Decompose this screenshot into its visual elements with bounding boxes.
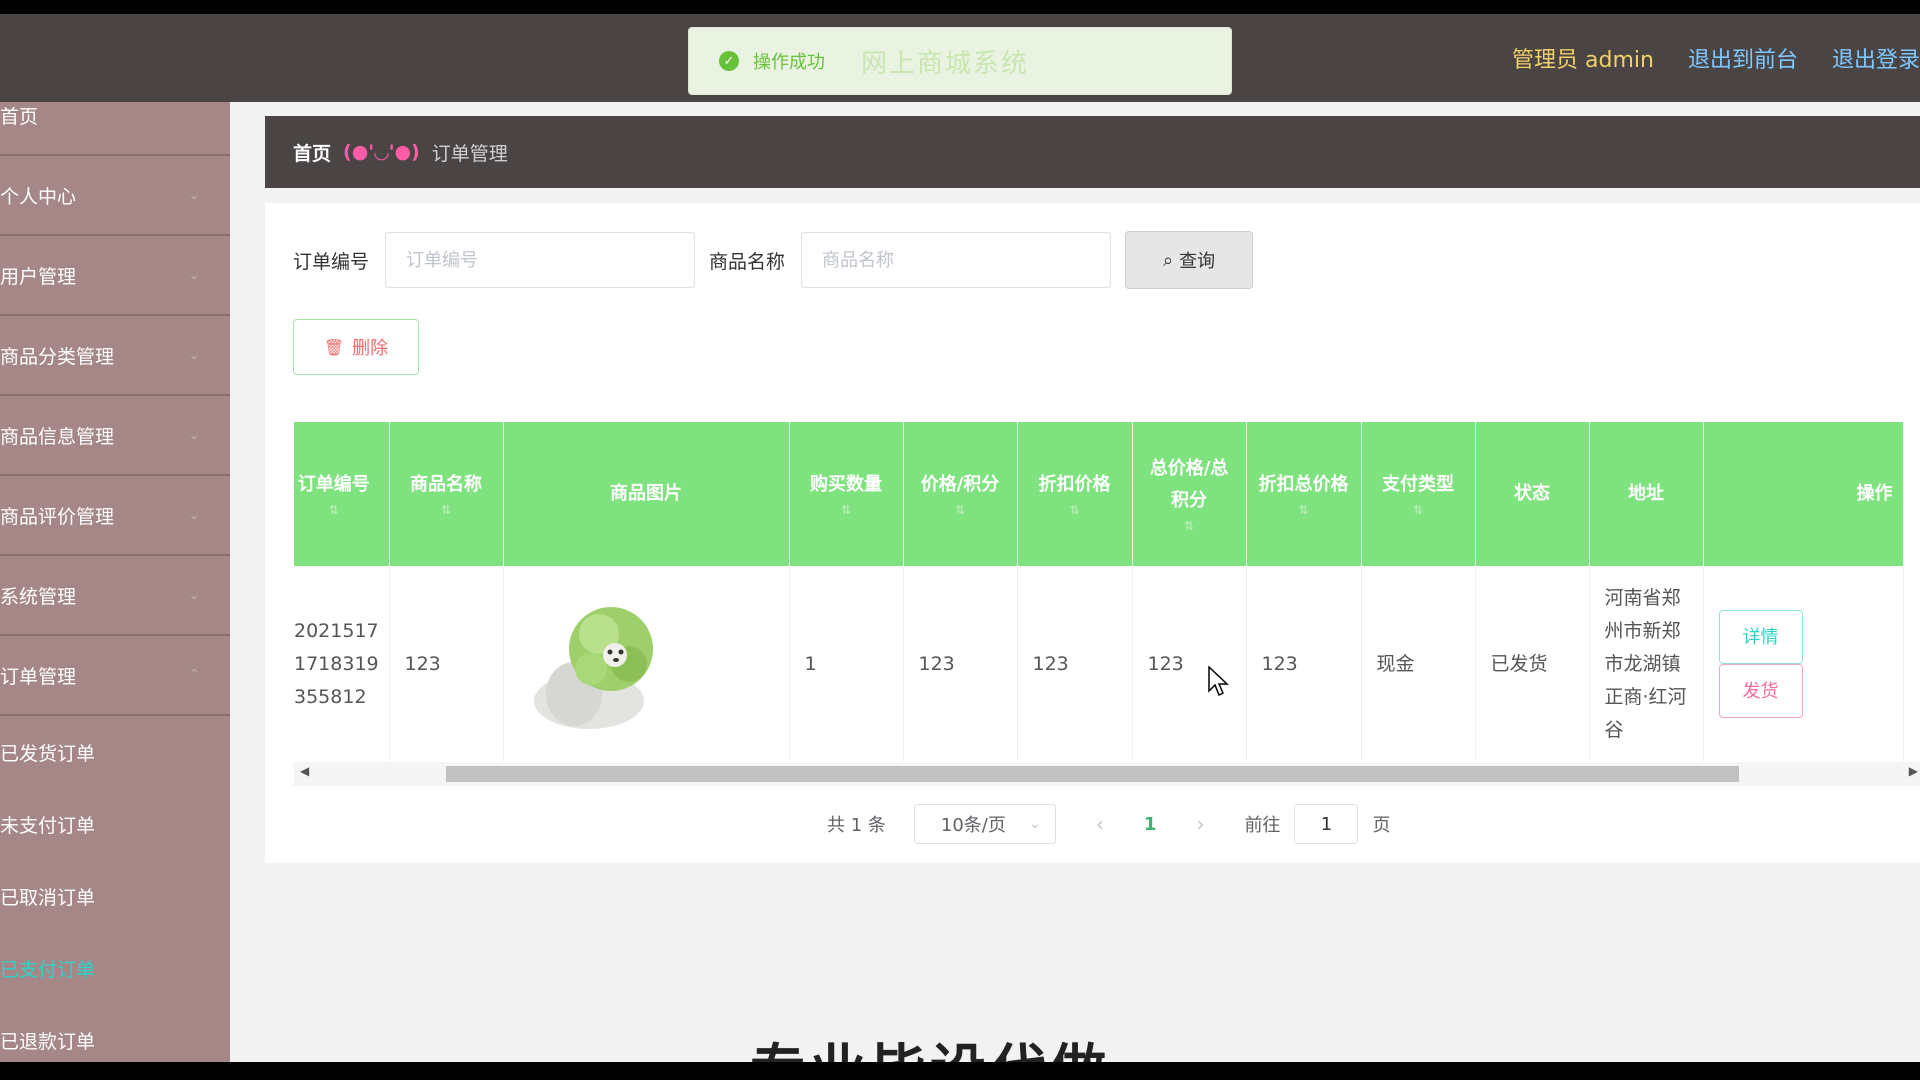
sidebar-item-categories[interactable]: 商品分类管理 ⌄ bbox=[0, 316, 230, 396]
sidebar-sub-refunded[interactable]: 已退款订单 bbox=[0, 1004, 230, 1062]
sidebar-item-profile[interactable]: 个人中心 ⌄ bbox=[0, 156, 230, 236]
chevron-down-icon: ⌄ bbox=[188, 187, 200, 203]
cell-price: 123 bbox=[903, 566, 1018, 763]
chevron-down-icon: ⌄ bbox=[188, 587, 200, 603]
orders-table: 订单编号 ⇅ 商品名称 ⇅ 商品图片 购买数量 ⇅ 价格/积分 ⇅ 折扣价格 ⇅ 总价格/… bbox=[294, 422, 1920, 782]
pagination: 共 1 条 10条/页 ⌄ ‹ 1 › 前往 1 页 bbox=[827, 804, 1390, 844]
sidebar: 首页 个人中心 ⌄ 用户管理 ⌄ 商品分类管理 ⌄ 商品信息管理 ⌄ 商品评价管理 ⌄ 系… bbox=[0, 102, 230, 1062]
sort-icon: ⇅ bbox=[1412, 503, 1424, 517]
col-header-pay-type[interactable]: 支付类型 ⇅ bbox=[1361, 422, 1476, 566]
cell-image bbox=[503, 566, 790, 763]
sort-icon: ⇅ bbox=[440, 503, 452, 517]
breadcrumb-current: 订单管理 bbox=[431, 142, 508, 165]
screen: 首页 个人中心 ⌄ 用户管理 ⌄ 商品分类管理 ⌄ 商品信息管理 ⌄ 商品评价管理 ⌄ 系… bbox=[0, 14, 1920, 1062]
page-size-select[interactable]: 10条/页 ⌄ bbox=[913, 804, 1056, 844]
main-panel: 订单编号 商品名称 ⌕ 查询 🗑 删除 订单编号⇅ bbox=[265, 203, 1920, 863]
chevron-down-icon: ⌄ bbox=[188, 267, 200, 283]
next-page-icon[interactable]: › bbox=[1196, 812, 1204, 836]
site-title: 网上商城系统 bbox=[861, 48, 1030, 79]
cell-total: 123 bbox=[1132, 566, 1247, 763]
col-header-total[interactable]: 总价格/总积分 ⇅ bbox=[1132, 422, 1247, 566]
page-number[interactable]: 1 bbox=[1144, 814, 1157, 835]
sidebar-item-orders[interactable]: 订单管理 ⌃ bbox=[0, 636, 230, 716]
prev-page-icon[interactable]: ‹ bbox=[1096, 812, 1104, 836]
cell-discount-price: 123 bbox=[1017, 566, 1133, 763]
sidebar-sub-shipped[interactable]: 已发货订单 bbox=[0, 716, 230, 788]
cell-pay-type: 现金 bbox=[1361, 566, 1476, 763]
cell-discount-total: 123 bbox=[1246, 566, 1362, 763]
cell-actions: 详情发货 bbox=[1703, 566, 1904, 763]
check-circle-icon: ✓ bbox=[719, 51, 739, 71]
product-name-label: 商品名称 bbox=[709, 250, 786, 273]
exit-to-front-link[interactable]: 退出到前台 bbox=[1688, 42, 1798, 74]
top-bar: ✓ 操作成功 网上商城系统 管理员 admin 退出到前台 退出登录 bbox=[0, 14, 1920, 102]
table-row[interactable]: 20215171718319355812 123 1 123 123 123 1… bbox=[294, 566, 1904, 763]
table-header-row: 订单编号 ⇅ 商品名称 ⇅ 商品图片 购买数量 ⇅ 价格/积分 ⇅ 折扣价格 ⇅ 总价格/… bbox=[294, 422, 1904, 566]
sort-icon: ⇅ bbox=[1298, 503, 1309, 517]
breadcrumb-separator: (●'◡'●) bbox=[343, 141, 420, 163]
horizontal-scrollbar[interactable]: ◀ ▶ bbox=[294, 762, 1920, 786]
cell-status: 已发货 bbox=[1475, 566, 1590, 763]
col-header-status[interactable]: 状态 bbox=[1475, 422, 1590, 566]
sidebar-item-reviews[interactable]: 商品评价管理 ⌄ bbox=[0, 476, 230, 556]
breadcrumb: 首页 (●'◡'●) 订单管理 bbox=[265, 116, 1920, 188]
ship-button[interactable]: 发货 bbox=[1718, 664, 1803, 718]
success-toast: ✓ 操作成功 网上商城系统 bbox=[688, 27, 1232, 95]
col-header-actions: 操作 bbox=[1703, 422, 1904, 566]
sidebar-item-products[interactable]: 商品信息管理 ⌄ bbox=[0, 396, 230, 476]
cell-address: 河南省郑州市新郑市龙湖镇正商·红河谷 bbox=[1589, 566, 1704, 763]
user-area: 管理员 admin 退出到前台 退出登录 bbox=[1512, 14, 1920, 102]
chevron-down-icon: ⌄ bbox=[1029, 816, 1041, 832]
sidebar-sub-paid[interactable]: 已支付订单 bbox=[0, 932, 230, 1004]
watermark-text: 专业毕设代做 bbox=[750, 1026, 1110, 1062]
col-header-discount-total[interactable]: 折扣总价格 ⇅ bbox=[1246, 422, 1362, 566]
sidebar-item-users[interactable]: 用户管理 ⌄ bbox=[0, 236, 230, 316]
cell-order-no: 20215171718319355812 bbox=[294, 566, 390, 763]
sidebar-sub-unpaid[interactable]: 未支付订单 bbox=[0, 788, 230, 860]
sort-icon: ⇅ bbox=[1069, 503, 1080, 517]
sidebar-item-home[interactable]: 首页 bbox=[0, 102, 230, 156]
mouse-cursor-icon bbox=[1208, 666, 1229, 697]
delete-button[interactable]: 🗑 删除 bbox=[293, 319, 419, 375]
col-header-image[interactable]: 商品图片 bbox=[503, 422, 790, 566]
goto-label: 前往 bbox=[1244, 815, 1281, 836]
scrollbar-thumb[interactable] bbox=[446, 766, 1739, 782]
chevron-down-icon: ⌄ bbox=[188, 347, 200, 363]
trash-icon: 🗑 bbox=[323, 337, 345, 357]
query-button[interactable]: ⌕ 查询 bbox=[1125, 231, 1254, 289]
sort-icon: ⇅ bbox=[328, 503, 339, 517]
product-name-input[interactable] bbox=[801, 232, 1112, 288]
col-header-price[interactable]: 价格/积分 ⇅ bbox=[903, 422, 1018, 566]
sidebar-sub-cancelled[interactable]: 已取消订单 bbox=[0, 860, 230, 932]
detail-button[interactable]: 详情 bbox=[1718, 610, 1803, 664]
col-header-quantity[interactable]: 购买数量 ⇅ bbox=[789, 422, 904, 566]
chevron-down-icon: ⌄ bbox=[188, 507, 200, 523]
col-header-order-no[interactable]: 订单编号 ⇅ bbox=[294, 422, 390, 566]
cell-quantity: 1 bbox=[789, 566, 904, 763]
goto-page-input[interactable]: 1 bbox=[1294, 804, 1359, 844]
col-header-discount-price[interactable]: 折扣价格 ⇅ bbox=[1017, 422, 1133, 566]
order-no-input[interactable] bbox=[385, 232, 696, 288]
sort-icon: ⇅ bbox=[954, 503, 966, 517]
chevron-down-icon: ⌄ bbox=[188, 427, 200, 443]
order-no-label: 订单编号 bbox=[293, 250, 370, 273]
breadcrumb-home[interactable]: 首页 bbox=[293, 139, 331, 166]
sidebar-item-system[interactable]: 系统管理 ⌄ bbox=[0, 556, 230, 636]
cell-product: 123 bbox=[389, 566, 504, 763]
sort-icon: ⇅ bbox=[1183, 519, 1195, 533]
toast-message: 操作成功 bbox=[753, 52, 825, 73]
scroll-right-icon[interactable]: ▶ bbox=[1909, 764, 1918, 778]
scroll-left-icon[interactable]: ◀ bbox=[300, 764, 309, 778]
total-count: 共 1 条 bbox=[827, 815, 886, 836]
chevron-up-icon: ⌃ bbox=[188, 667, 200, 683]
page-suffix: 页 bbox=[1372, 815, 1391, 836]
col-header-product[interactable]: 商品名称 ⇅ bbox=[389, 422, 504, 566]
admin-label: 管理员 admin bbox=[1512, 48, 1654, 73]
logout-link[interactable]: 退出登录 bbox=[1832, 42, 1920, 74]
col-header-address[interactable]: 地址 bbox=[1589, 422, 1704, 566]
search-icon: ⌕ bbox=[1162, 249, 1174, 271]
search-form: 订单编号 商品名称 ⌕ 查询 bbox=[293, 231, 1254, 289]
sort-icon: ⇅ bbox=[840, 503, 852, 517]
product-image bbox=[533, 607, 653, 729]
